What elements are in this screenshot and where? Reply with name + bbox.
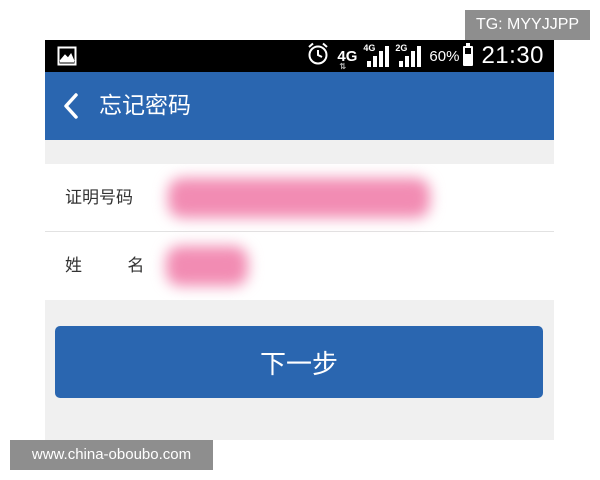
signal-tag: 4G <box>363 43 376 53</box>
signal-tag: 2G <box>395 43 408 53</box>
battery-icon <box>463 43 474 66</box>
watermark-top: TG: MYYJJPP <box>465 10 590 40</box>
redacted-value <box>168 178 430 218</box>
next-step-button[interactable]: 下一步 <box>55 326 543 398</box>
id-number-label: 证明号码 <box>65 188 133 208</box>
image-icon <box>57 46 77 71</box>
back-button[interactable] <box>59 92 85 120</box>
data-arrows-icon: ⇅ <box>339 61 347 71</box>
name-label: 姓 名 <box>65 256 145 276</box>
signal-icon: 4G <box>363 43 390 67</box>
id-number-row: 证明号码 <box>45 164 554 232</box>
battery-percent: 60% <box>429 47 460 65</box>
network-type: 4G ⇅ <box>337 48 357 71</box>
status-indicators: 4G ⇅ 4G 2G 60% 21:30 <box>307 40 544 72</box>
action-area: 下一步 <box>45 300 554 440</box>
watermark-bottom: www.china-oboubo.com <box>10 440 213 470</box>
screenshot-page: TG: MYYJJPP 4G ⇅ 4G 2G 60% 21:30 忘记密码 证明… <box>0 0 600 480</box>
status-clock: 21:30 <box>481 42 544 69</box>
section-spacer <box>45 140 554 164</box>
app-header: 忘记密码 <box>45 72 554 140</box>
alarm-icon <box>307 42 329 71</box>
forgot-password-form: 证明号码 姓 名 <box>45 164 554 300</box>
phone-screen: 4G ⇅ 4G 2G 60% 21:30 忘记密码 证明号码 姓 名 下一步 <box>45 40 554 440</box>
id-number-input[interactable] <box>150 168 550 228</box>
battery-indicator: 60% <box>429 43 474 66</box>
signal-icon: 2G <box>395 43 422 67</box>
chevron-left-icon <box>64 93 78 119</box>
name-input[interactable] <box>150 236 550 296</box>
status-bar: 4G ⇅ 4G 2G 60% 21:30 <box>45 40 554 72</box>
redacted-value <box>166 246 248 286</box>
page-title: 忘记密码 <box>99 93 191 119</box>
name-row: 姓 名 <box>45 232 554 300</box>
